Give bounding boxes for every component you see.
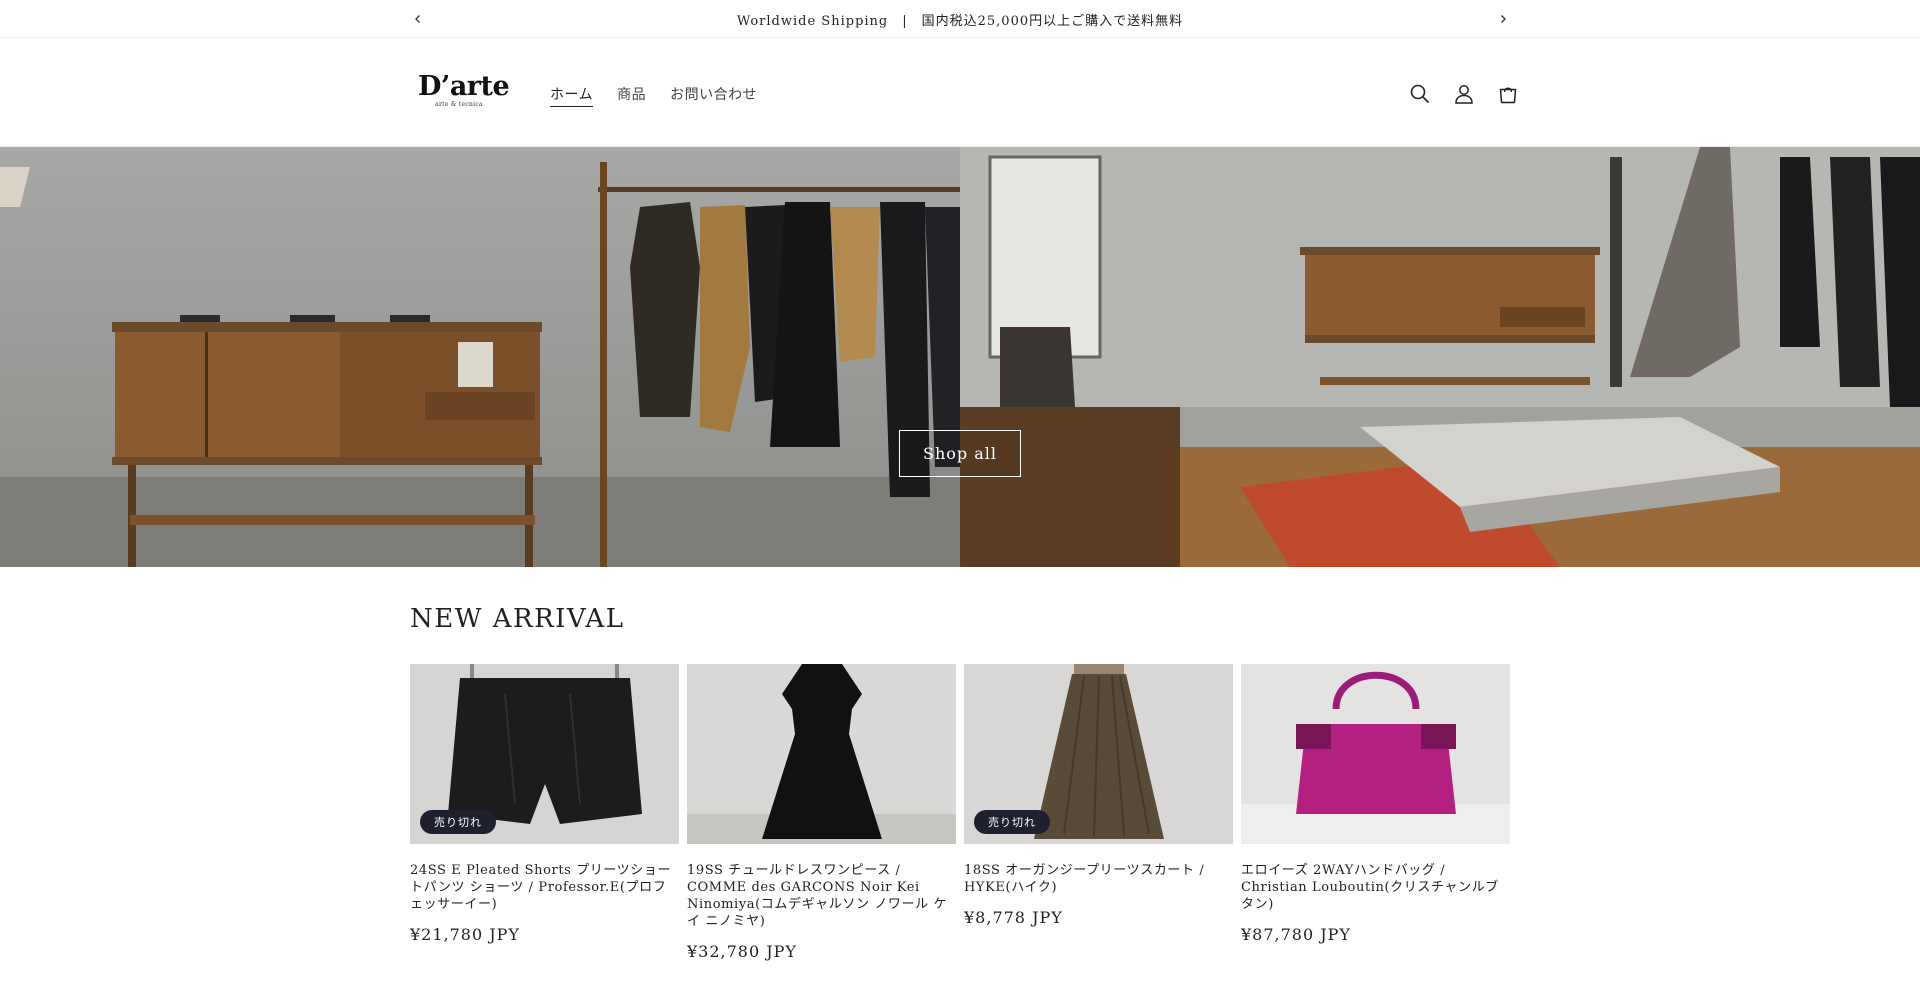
product-title[interactable]: 19SS チュールドレスワンピース / COMME des GARCONS No… xyxy=(687,862,956,930)
chevron-right-icon[interactable] xyxy=(1493,9,1513,29)
hero-image-left xyxy=(0,147,960,567)
product-price: ¥21,780 JPY xyxy=(410,925,520,944)
logo[interactable]: D’arte arte & tecnica xyxy=(418,71,510,110)
announcement-text: Worldwide Shipping | 国内税込25,000円以上ご購入で送料… xyxy=(736,14,1184,29)
product-card[interactable]: 売り切れ 24SS E Pleated Shorts プリーツショートパンツ シ… xyxy=(410,664,679,944)
section-title: NEW ARRIVAL xyxy=(410,604,625,634)
nav-item-home[interactable]: ホーム xyxy=(550,84,594,107)
product-title[interactable]: 18SS オーガンジープリーツスカート / HYKE(ハイク) xyxy=(964,862,1233,896)
shop-all-button[interactable]: Shop all xyxy=(899,430,1021,477)
cart-icon[interactable] xyxy=(1494,80,1522,108)
logo-wordmark: D’arte xyxy=(418,71,510,102)
announcement-bar: Worldwide Shipping | 国内税込25,000円以上ご購入で送料… xyxy=(0,0,1920,38)
product-price: ¥32,780 JPY xyxy=(687,942,797,961)
search-icon[interactable] xyxy=(1406,80,1434,108)
product-grid: 売り切れ 24SS E Pleated Shorts プリーツショートパンツ シ… xyxy=(410,664,1511,984)
product-card[interactable]: 売り切れ 18SS オーガンジープリーツスカート / HYKE(ハイク) ¥8,… xyxy=(964,664,1233,927)
sold-out-badge: 売り切れ xyxy=(974,810,1050,834)
product-image[interactable] xyxy=(1241,664,1510,844)
site-header: D’arte arte & tecnica ホーム 商品 お問い合わせ xyxy=(0,38,1920,147)
hero-banner: Shop all xyxy=(0,147,1920,567)
nav-item-products[interactable]: 商品 xyxy=(617,84,646,107)
product-image[interactable]: 売り切れ xyxy=(410,664,679,844)
product-title[interactable]: 24SS E Pleated Shorts プリーツショートパンツ ショーツ /… xyxy=(410,862,679,913)
sold-out-badge: 売り切れ xyxy=(420,810,496,834)
product-card[interactable]: エロイーズ 2WAYハンドバッグ / Christian Louboutin(ク… xyxy=(1241,664,1510,944)
header-icons xyxy=(1390,80,1522,108)
logo-tagline: arte & tecnica xyxy=(435,101,483,108)
product-price: ¥87,780 JPY xyxy=(1241,925,1351,944)
main-nav: ホーム 商品 お問い合わせ xyxy=(550,84,781,107)
product-price: ¥8,778 JPY xyxy=(964,908,1063,927)
nav-item-contact[interactable]: お問い合わせ xyxy=(670,84,757,107)
product-card[interactable]: 19SS チュールドレスワンピース / COMME des GARCONS No… xyxy=(687,664,956,961)
account-icon[interactable] xyxy=(1450,80,1478,108)
product-image[interactable] xyxy=(687,664,956,844)
product-title[interactable]: エロイーズ 2WAYハンドバッグ / Christian Louboutin(ク… xyxy=(1241,862,1510,913)
product-image[interactable]: 売り切れ xyxy=(964,664,1233,844)
hero-image-right xyxy=(960,147,1920,567)
